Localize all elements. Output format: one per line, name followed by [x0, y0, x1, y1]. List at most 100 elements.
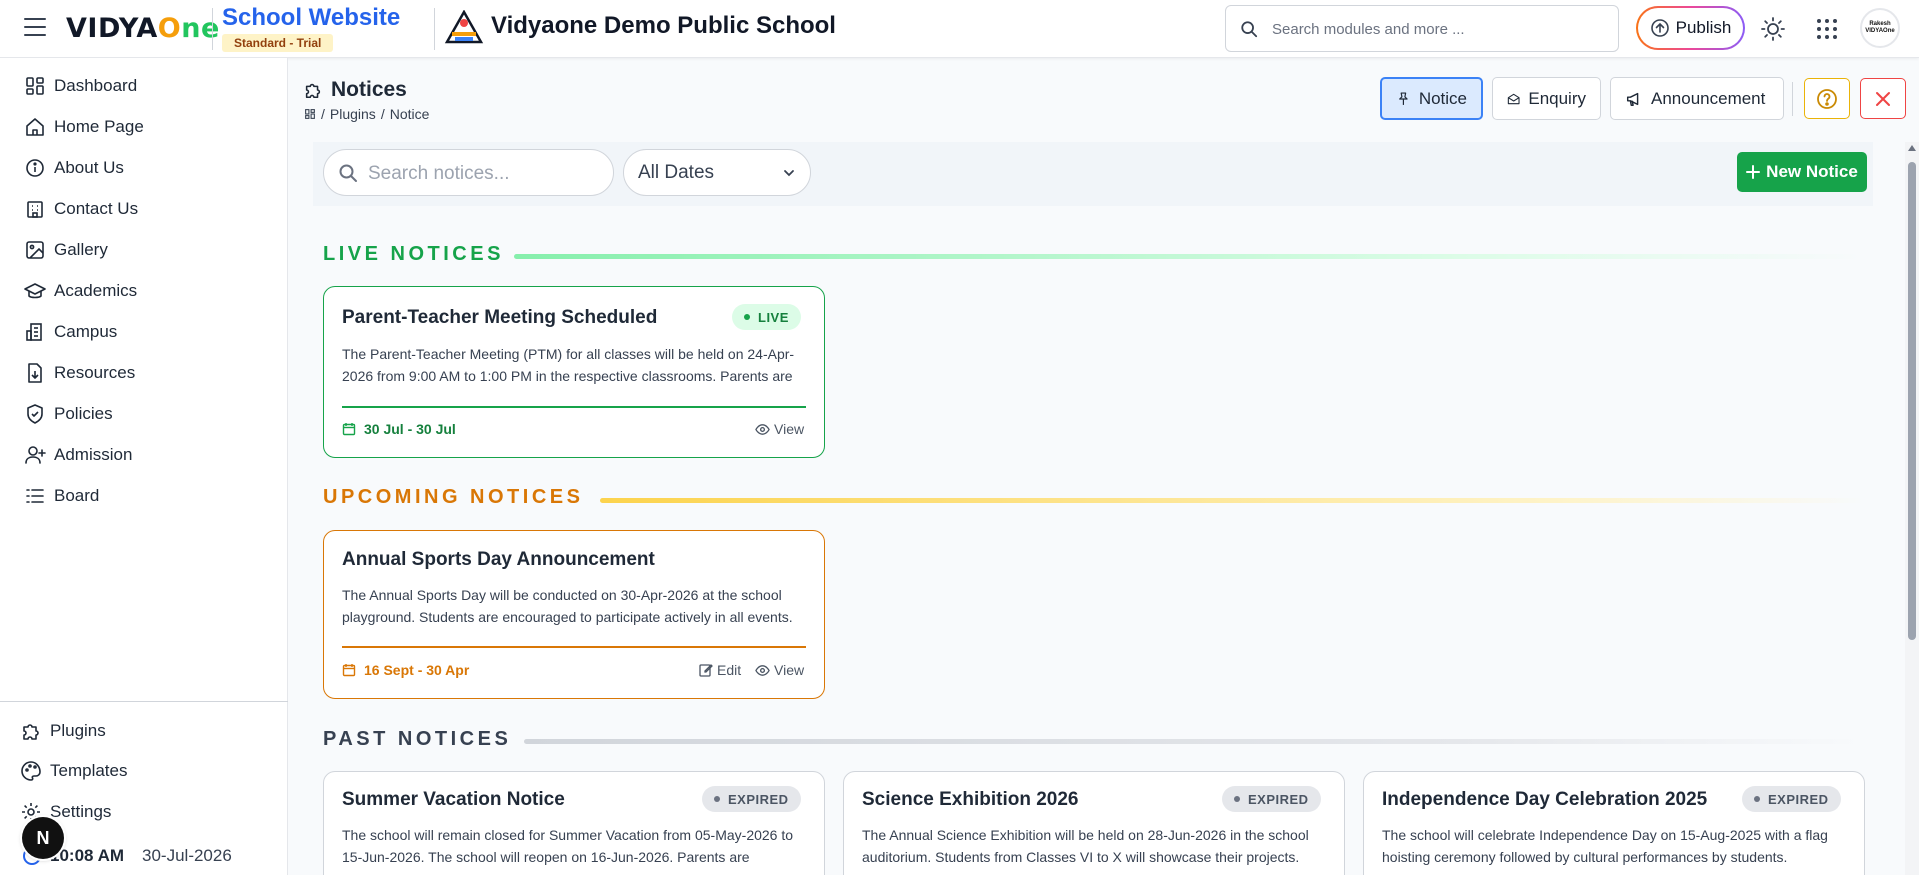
breadcrumb-plugins[interactable]: Plugins: [330, 106, 376, 122]
section-line-live: [514, 254, 1864, 259]
sidebar-item-label: Resources: [54, 363, 136, 382]
sidebar-item-academics[interactable]: Academics: [24, 276, 137, 306]
notice-search-box[interactable]: [323, 149, 614, 196]
date-filter-select[interactable]: All Dates: [623, 149, 811, 196]
sidebar-item-policies[interactable]: Policies: [24, 399, 113, 429]
status-label: EXPIRED: [1768, 791, 1829, 807]
tab-notice[interactable]: Notice: [1380, 77, 1483, 120]
status-badge: EXPIRED: [702, 786, 801, 812]
sidebar-item-home-page[interactable]: Home Page: [24, 112, 144, 142]
sidebar-item-dashboard[interactable]: Dashboard: [24, 71, 137, 101]
sidebar-item-contact-us[interactable]: Contact Us: [24, 194, 138, 224]
avatar-name: Rakesh: [1869, 21, 1891, 28]
sidebar-item-templates[interactable]: Templates: [20, 756, 127, 786]
school-logo-icon: [444, 10, 484, 44]
sidebar-item-board[interactable]: Board: [24, 481, 99, 511]
header-divider: [1792, 82, 1793, 116]
notice-date-range: 30 Jul - 30 Jul: [342, 421, 456, 437]
view-button[interactable]: View: [755, 421, 804, 437]
sidebar-item-campus[interactable]: Campus: [24, 317, 117, 347]
notice-date-range: 16 Sept - 30 Apr: [342, 662, 469, 678]
notice-description: The Annual Science Exhibition will be he…: [862, 827, 1309, 865]
user-avatar[interactable]: Rakesh VIDYAOne: [1860, 8, 1900, 48]
edit-button[interactable]: Edit: [699, 662, 741, 678]
notice-card-upcoming[interactable]: Annual Sports Day Announcement The Annua…: [323, 530, 825, 699]
help-circle-icon: [1817, 88, 1837, 109]
main-scrollbar[interactable]: [1905, 142, 1919, 875]
scrollbar-thumb[interactable]: [1908, 162, 1916, 640]
vidyaone-logo: VIDYAOne: [66, 13, 220, 44]
menu-icon[interactable]: [24, 18, 46, 38]
notice-title: Annual Sports Day Announcement: [342, 549, 655, 570]
view-label: View: [774, 662, 805, 678]
campus-icon: [26, 323, 42, 341]
status-badge: LIVE: [732, 304, 801, 330]
notice-title: Parent-Teacher Meeting Scheduled: [342, 307, 658, 328]
home-icon: [26, 118, 44, 136]
breadcrumb: / Plugins / Notice: [304, 106, 429, 122]
info-icon: [26, 159, 44, 177]
view-label: View: [774, 421, 805, 437]
floating-n-button[interactable]: N: [22, 817, 64, 859]
breadcrumb-separator: /: [380, 106, 385, 122]
sidebar-item-label: Policies: [54, 404, 113, 423]
file-download-icon: [28, 363, 42, 383]
school-name: Vidyaone Demo Public School: [491, 12, 836, 39]
sidebar-item-about-us[interactable]: About Us: [24, 153, 124, 183]
sidebar-item-label: Campus: [54, 322, 118, 341]
tab-announcement[interactable]: Announcement: [1610, 77, 1784, 120]
puzzle-icon: [305, 83, 321, 99]
module-search-input[interactable]: [1272, 18, 1602, 40]
new-notice-button[interactable]: New Notice: [1737, 152, 1867, 192]
calendar-icon: [342, 423, 356, 436]
apps-grid-icon[interactable]: [1815, 17, 1839, 41]
status-dot: [1754, 796, 1760, 802]
notice-card-past[interactable]: Independence Day Celebration 2025 EXPIRE…: [1363, 771, 1865, 875]
user-plus-icon: [25, 446, 46, 464]
sidebar-item-gallery[interactable]: Gallery: [24, 235, 108, 265]
list-icon: [26, 489, 44, 503]
card-divider: [342, 646, 806, 648]
date-range-text: 30 Jul - 30 Jul: [364, 421, 456, 437]
module-search-box[interactable]: [1225, 5, 1619, 52]
avatar-brand: VIDYAOne: [1865, 28, 1895, 34]
notice-search-input[interactable]: [368, 162, 603, 186]
sidebar-item-label: Home Page: [54, 117, 144, 136]
sidebar-item-admission[interactable]: Admission: [24, 440, 132, 470]
chevron-down-icon: [784, 169, 794, 176]
notice-card-past[interactable]: Science Exhibition 2026 EXPIRED The Annu…: [843, 771, 1345, 875]
calendar-icon: [342, 664, 356, 677]
help-button[interactable]: [1804, 78, 1850, 119]
image-icon: [26, 241, 44, 259]
notice-title: Science Exhibition 2026: [862, 789, 1079, 810]
site-title: School Website: [222, 4, 401, 31]
sidebar-item-label: Settings: [50, 802, 112, 821]
theme-toggle-sun-icon[interactable]: [1760, 16, 1786, 42]
edit-icon: [699, 664, 713, 677]
sidebar-item-plugins[interactable]: Plugins: [20, 716, 106, 746]
publish-button[interactable]: Publish: [1636, 6, 1745, 50]
tab-label: Notice: [1418, 88, 1467, 108]
status-dot: [744, 314, 750, 320]
site-title-block: School Website Standard - Trial: [222, 4, 422, 52]
status-label: LIVE: [758, 309, 789, 325]
date-range-text: 16 Sept - 30 Apr: [364, 662, 470, 678]
close-button[interactable]: [1860, 78, 1906, 119]
sidebar-item-label: Academics: [54, 281, 138, 300]
puzzle-icon: [23, 724, 39, 740]
scroll-up-arrow-icon[interactable]: [1908, 145, 1916, 151]
sidebar-item-resources[interactable]: Resources: [24, 358, 135, 388]
status-dot: [714, 796, 720, 802]
dashboard-icon[interactable]: [304, 108, 316, 120]
notice-card-past[interactable]: Summer Vacation Notice EXPIRED The schoo…: [323, 771, 825, 875]
tab-enquiry[interactable]: Enquiry: [1492, 77, 1601, 120]
breadcrumb-notice: Notice: [389, 106, 430, 122]
eye-icon: [755, 423, 770, 435]
date-filter-value: All Dates: [638, 161, 715, 183]
pin-icon: [1399, 91, 1408, 105]
breadcrumb-separator: /: [321, 106, 325, 122]
building-icon: [27, 201, 43, 218]
view-button[interactable]: View: [755, 662, 804, 678]
status-badge: EXPIRED: [1222, 786, 1321, 812]
notice-card-live[interactable]: Parent-Teacher Meeting Scheduled LIVE Th…: [323, 286, 825, 458]
